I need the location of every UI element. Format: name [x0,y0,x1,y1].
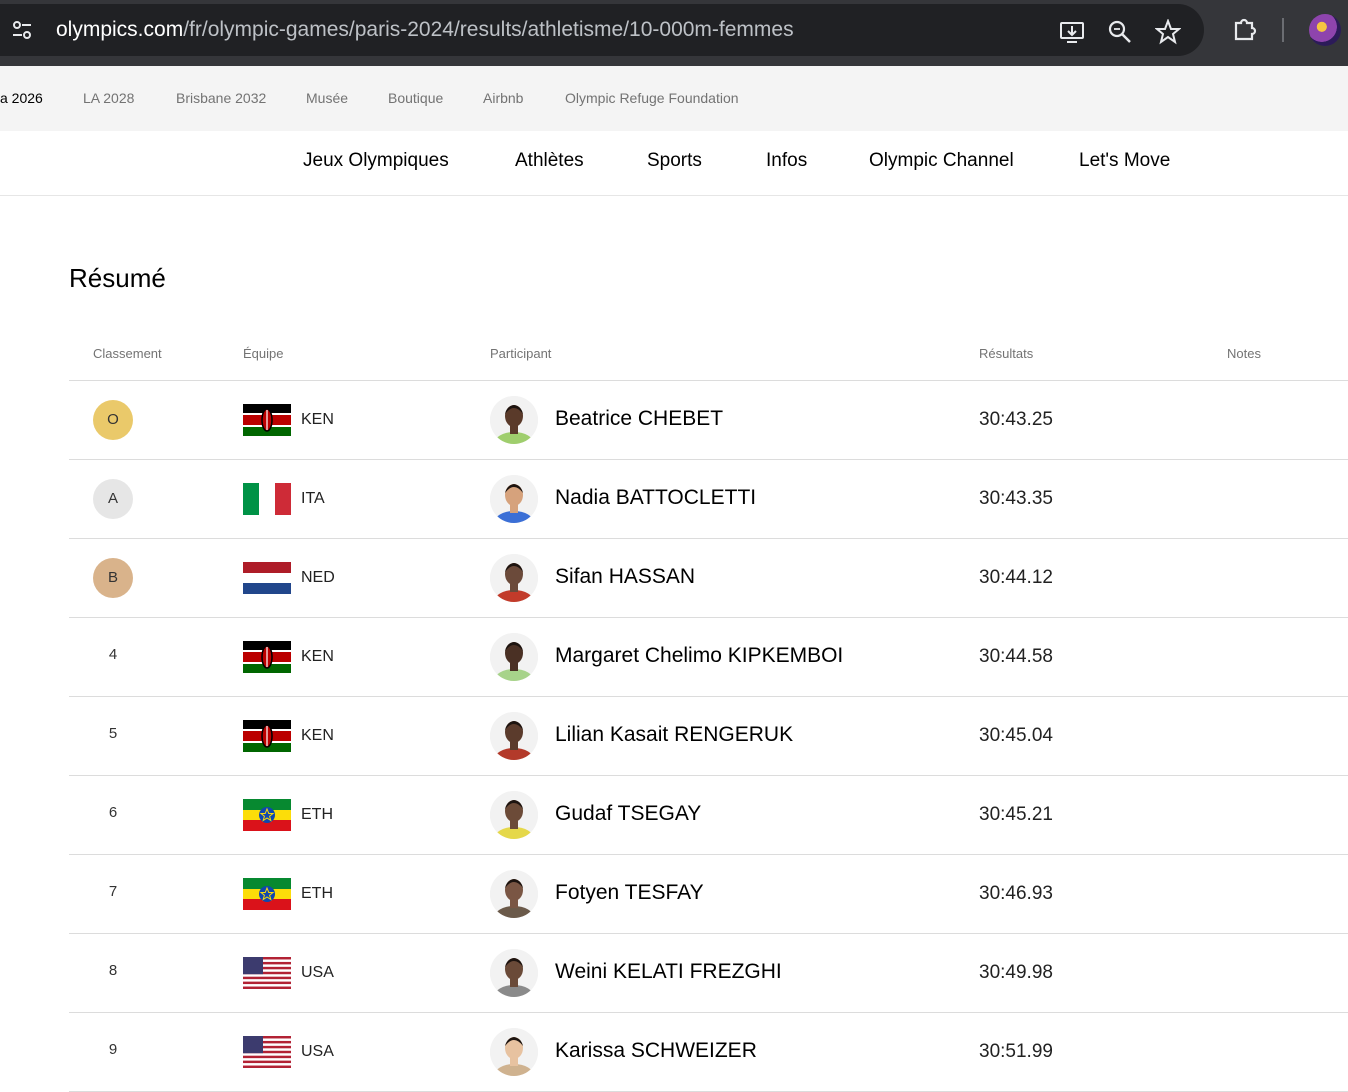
header-participant: Participant [490,346,552,361]
bookmark-star-icon[interactable] [1155,19,1181,45]
kenya-flag-icon [243,720,291,752]
team-code: NED [301,569,335,586]
nav-item-sports[interactable]: Sports [647,150,702,172]
toolbar-separator [1282,18,1284,42]
table-row[interactable]: 7 ETH Fotyen TESFAY 30:46.93 [69,855,1348,934]
page-title: Résumé [69,263,166,293]
rank-number: 6 [108,804,118,821]
subnav-item-airbnb[interactable]: Airbnb [483,90,523,106]
team-code: USA [301,964,334,981]
table-row[interactable]: 9 USA Karissa SCHWEIZER 30:51.99 [69,1013,1348,1092]
table-row[interactable]: A ITA Nadia BATTOCLETTI 30:43.35 [69,460,1348,539]
result-time: 30:44.58 [979,646,1053,667]
nav-item-jeux-olympiques[interactable]: Jeux Olympiques [303,150,449,172]
athlete-photo[interactable] [490,870,538,918]
subnav-item-la2028[interactable]: LA 2028 [83,90,134,106]
athlete-photo[interactable] [490,712,538,760]
rank-number: 4 [108,646,118,663]
address-bar[interactable]: olympics.com/fr/olympic-games/paris-2024… [0,4,1204,56]
team-code: ETH [301,806,333,823]
table-row[interactable]: 4 KEN Margaret Chelimo KIPKEMBOI 30:44.58 [69,618,1348,697]
italy-flag-icon [243,483,291,515]
athlete-photo[interactable] [490,396,538,444]
result-time: 30:45.04 [979,725,1053,746]
rank-number: 7 [108,883,118,900]
result-time: 30:43.35 [979,488,1053,509]
athlete-photo[interactable] [490,554,538,602]
athlete-name-link[interactable]: Karissa SCHWEIZER [555,1039,757,1063]
netherlands-flag-icon [243,562,291,594]
team-code: KEN [301,648,334,665]
team-code: ETH [301,885,333,902]
athlete-photo[interactable] [490,791,538,839]
url-host: olympics.com [56,18,184,41]
team-code: KEN [301,727,334,744]
athlete-name-link[interactable]: Fotyen TESFAY [555,881,704,905]
nav-item-athletes[interactable]: Athlètes [515,150,584,172]
table-row[interactable]: B NED Sifan HASSAN 30:44.12 [69,539,1348,618]
subnav-item-brisbane2032[interactable]: Brisbane 2032 [176,90,266,106]
athlete-name-link[interactable]: Nadia BATTOCLETTI [555,486,756,510]
kenya-flag-icon [243,641,291,673]
subnav-item-musee[interactable]: Musée [306,90,348,106]
url-text[interactable]: olympics.com/fr/olympic-games/paris-2024… [56,18,794,42]
table-row[interactable]: 6 ETH Gudaf TSEGAY 30:45.21 [69,776,1348,855]
athlete-name-link[interactable]: Beatrice CHEBET [555,407,723,431]
result-time: 30:43.25 [979,409,1053,430]
usa-flag-icon [243,1036,291,1068]
usa-flag-icon [243,957,291,989]
profile-avatar[interactable] [1309,14,1341,46]
subnav-item-2026[interactable]: a 2026 [0,90,43,106]
athlete-name-link[interactable]: Weini KELATI FREZGHI [555,960,782,984]
athlete-photo[interactable] [490,949,538,997]
rank-number: 9 [108,1041,118,1058]
athlete-name-link[interactable]: Gudaf TSEGAY [555,802,701,826]
athlete-photo[interactable] [490,1028,538,1076]
rank-number: 8 [108,962,118,979]
athlete-name-link[interactable]: Margaret Chelimo KIPKEMBOI [555,644,843,668]
result-time: 30:44.12 [979,567,1053,588]
subnav-item-refuge-foundation[interactable]: Olympic Refuge Foundation [565,90,739,106]
kenya-flag-icon [243,404,291,436]
header-notes: Notes [1227,346,1261,361]
bronze-medal-badge: B [93,558,133,598]
rank-number: 5 [108,725,118,742]
result-time: 30:46.93 [979,883,1053,904]
ethiopia-flag-icon [243,799,291,831]
ethiopia-flag-icon [243,878,291,910]
gold-medal-badge: O [93,400,133,440]
site-settings-icon[interactable] [10,18,34,42]
browser-chrome: olympics.com/fr/olympic-games/paris-2024… [0,0,1348,66]
install-app-icon[interactable] [1059,19,1085,45]
team-code: ITA [301,490,325,507]
result-time: 30:45.21 [979,804,1053,825]
nav-item-olympic-channel[interactable]: Olympic Channel [869,150,1014,172]
table-row[interactable]: 5 KEN Lilian Kasait RENGERUK 30:45.04 [69,697,1348,776]
nav-item-infos[interactable]: Infos [766,150,807,172]
nav-item-lets-move[interactable]: Let's Move [1079,150,1170,172]
url-path: /fr/olympic-games/paris-2024/results/ath… [183,18,794,41]
table-row[interactable]: O KEN Beatrice CHEBET 30:43.25 [69,381,1348,460]
secondary-nav: a 2026 LA 2028 Brisbane 2032 Musée Bouti… [0,66,1348,131]
header-team: Équipe [243,346,284,361]
header-rank: Classement [93,346,162,361]
main-nav: Jeux Olympiques Athlètes Sports Infos Ol… [0,131,1348,196]
header-results: Résultats [979,346,1034,361]
team-code: USA [301,1043,334,1060]
result-time: 30:51.99 [979,1041,1053,1062]
zoom-icon[interactable] [1107,19,1133,45]
team-code: KEN [301,411,334,428]
athlete-name-link[interactable]: Sifan HASSAN [555,565,695,589]
athlete-photo[interactable] [490,633,538,681]
table-row[interactable]: 8 USA Weini KELATI FREZGHI 30:49.98 [69,934,1348,1013]
athlete-name-link[interactable]: Lilian Kasait RENGERUK [555,723,793,747]
subnav-item-boutique[interactable]: Boutique [388,90,443,106]
athlete-photo[interactable] [490,475,538,523]
result-time: 30:49.98 [979,962,1053,983]
extensions-icon[interactable] [1232,15,1258,41]
silver-medal-badge: A [93,479,133,519]
